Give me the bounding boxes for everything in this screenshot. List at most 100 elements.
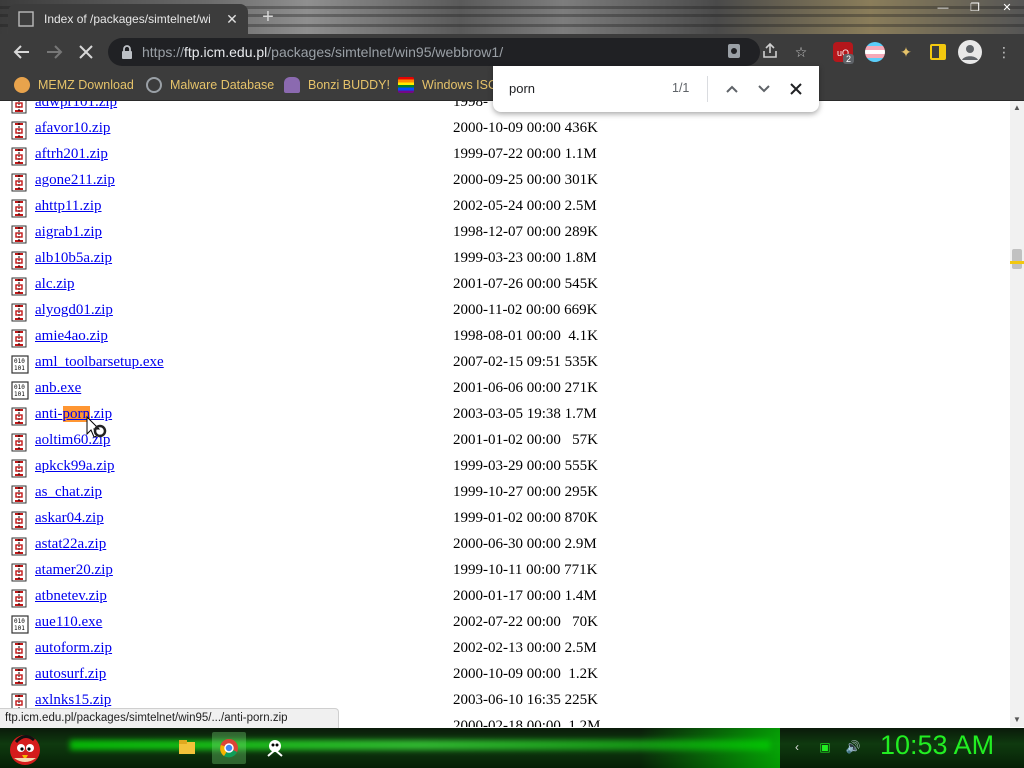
url-text[interactable]: https://ftp.icm.edu.pl/packages/simtelne… bbox=[142, 44, 503, 60]
extension-badge: 2 bbox=[843, 54, 855, 64]
file-link[interactable]: anb.exe bbox=[35, 380, 81, 397]
file-meta: 2003-03-05 19:38 1.7M bbox=[453, 406, 597, 422]
file-row: astat22a.zip 2000-06-30 00:00 2.9M bbox=[0, 533, 1010, 559]
bookmark-item[interactable]: Bonzi BUDDY! bbox=[284, 76, 390, 94]
side-panel-icon[interactable] bbox=[928, 42, 948, 62]
url-scheme: https:// bbox=[142, 44, 185, 60]
extensions-puzzle-icon[interactable]: ✦ bbox=[896, 42, 916, 62]
file-link[interactable]: astat22a.zip bbox=[35, 536, 106, 553]
bookmark-item[interactable]: Malware Database bbox=[146, 76, 274, 94]
file-link[interactable]: alb10b5a.zip bbox=[35, 250, 112, 267]
app-taskbar-icon[interactable] bbox=[258, 732, 292, 764]
file-meta: 2007-02-15 09:51 535K bbox=[453, 354, 598, 370]
pride-flag-extension-icon[interactable] bbox=[865, 42, 885, 62]
file-row: autoform.zip 2002-02-13 00:00 2.5M bbox=[0, 637, 1010, 663]
compressed-file-icon bbox=[10, 458, 30, 479]
vertical-scrollbar[interactable]: ▲ ▼ bbox=[1010, 101, 1024, 727]
svg-text:101: 101 bbox=[14, 391, 25, 398]
scrollbar-thumb[interactable] bbox=[1012, 249, 1022, 269]
minimize-icon[interactable]: — bbox=[930, 0, 956, 16]
file-link[interactable]: aml_toolbarsetup.exe bbox=[35, 354, 164, 371]
address-bar[interactable]: https://ftp.icm.edu.pl/packages/simtelne… bbox=[108, 38, 760, 66]
browser-tab[interactable]: Index of /packages/simtelnet/wi ✕ bbox=[8, 4, 248, 34]
bookmark-item[interactable]: Windows ISO bbox=[398, 76, 498, 94]
file-meta: 1999-07-22 00:00 1.1M bbox=[453, 146, 597, 162]
file-link[interactable]: atamer20.zip bbox=[35, 562, 113, 579]
file-link[interactable]: ahttp11.zip bbox=[35, 198, 102, 215]
bookmark-star-icon[interactable]: ☆ bbox=[791, 42, 811, 62]
compressed-file-icon bbox=[10, 328, 30, 349]
system-tray: ‹ ▣ 🔊 bbox=[788, 738, 862, 756]
file-meta: 2000-10-09 00:00 1.2K bbox=[453, 666, 598, 682]
find-input[interactable]: porn bbox=[509, 81, 535, 96]
file-row: atbnetev.zip 2000-01-17 00:00 1.4M bbox=[0, 585, 1010, 611]
file-meta: 1999-01-02 00:00 870K bbox=[453, 510, 598, 526]
menu-kebab-icon[interactable]: ⋮ bbox=[994, 42, 1014, 62]
file-link[interactable]: autosurf.zip bbox=[35, 666, 106, 683]
show-hidden-icons-icon[interactable]: ‹ bbox=[788, 738, 806, 756]
compressed-file-icon bbox=[10, 484, 30, 505]
chrome-taskbar-icon[interactable] bbox=[212, 732, 246, 764]
compressed-file-icon bbox=[10, 406, 30, 427]
share-icon[interactable] bbox=[760, 42, 780, 62]
back-arrow-icon[interactable] bbox=[10, 40, 34, 64]
file-link[interactable]: aftrh201.zip bbox=[35, 146, 108, 163]
find-next-icon[interactable] bbox=[753, 78, 775, 100]
file-row: 010 101 aue110.exe 2002-07-22 00:00 70K bbox=[0, 611, 1010, 637]
bookmark-label: MEMZ Download bbox=[38, 78, 134, 92]
window-controls: — ❐ ✕ bbox=[930, 0, 1020, 18]
find-previous-icon[interactable] bbox=[721, 78, 743, 100]
lock-icon[interactable] bbox=[120, 44, 134, 60]
battery-icon[interactable]: ▣ bbox=[816, 738, 834, 756]
file-row: afavor10.zip 2000-10-09 00:00 436K bbox=[0, 117, 1010, 143]
file-link[interactable]: autoform.zip bbox=[35, 640, 112, 657]
file-link[interactable]: apkck99a.zip bbox=[35, 458, 115, 475]
tab-close-icon[interactable]: ✕ bbox=[224, 11, 240, 27]
bonzi-icon bbox=[284, 77, 300, 93]
file-link[interactable]: afavor10.zip bbox=[35, 120, 110, 137]
file-link[interactable]: axlnks15.zip bbox=[35, 692, 111, 709]
bookmark-item[interactable]: MEMZ Download bbox=[14, 76, 134, 94]
file-link[interactable]: aigrab1.zip bbox=[35, 224, 102, 241]
taskbar: ‹ ▣ 🔊 10:53 AM bbox=[0, 728, 1024, 768]
scroll-down-icon[interactable]: ▼ bbox=[1010, 713, 1024, 727]
taskbar-glow bbox=[640, 728, 780, 768]
url-path: /packages/simtelnet/win95/webbrow1/ bbox=[267, 44, 504, 60]
file-link[interactable]: alc.zip bbox=[35, 276, 75, 293]
find-in-page-icon[interactable] bbox=[724, 42, 744, 62]
file-row: alyogd01.zip 2000-11-02 00:00 669K bbox=[0, 299, 1010, 325]
window-close-icon[interactable]: ✕ bbox=[994, 0, 1020, 16]
file-link[interactable]: atbnetev.zip bbox=[35, 588, 107, 605]
file-meta: 1999-03-29 00:00 555K bbox=[453, 458, 598, 474]
volume-icon[interactable]: 🔊 bbox=[844, 738, 862, 756]
compressed-file-icon bbox=[10, 101, 30, 115]
file-link[interactable]: adwpr101.zip bbox=[35, 101, 117, 111]
status-bubble: ftp.icm.edu.pl/packages/simtelnet/win95/… bbox=[0, 708, 339, 730]
file-meta: 2000-09-25 00:00 301K bbox=[453, 172, 598, 188]
file-meta: 1998-08-01 00:00 4.1K bbox=[453, 328, 598, 344]
file-link[interactable]: amie4ao.zip bbox=[35, 328, 108, 345]
file-link[interactable]: aue110.exe bbox=[35, 614, 102, 631]
compressed-file-icon bbox=[10, 562, 30, 583]
file-link[interactable]: agone211.zip bbox=[35, 172, 115, 189]
file-link[interactable]: as_chat.zip bbox=[35, 484, 102, 501]
taskbar-clock[interactable]: 10:53 AM bbox=[880, 730, 994, 761]
find-close-icon[interactable] bbox=[785, 78, 807, 100]
restore-icon[interactable]: ❐ bbox=[962, 0, 988, 16]
file-explorer-icon[interactable] bbox=[170, 732, 204, 764]
file-link[interactable]: askar04.zip bbox=[35, 510, 104, 527]
forward-arrow-icon[interactable] bbox=[42, 40, 66, 64]
svg-text:101: 101 bbox=[14, 365, 25, 372]
compressed-file-icon bbox=[10, 588, 30, 609]
stop-loading-icon[interactable] bbox=[74, 40, 98, 64]
new-tab-button[interactable]: + bbox=[256, 6, 280, 30]
angry-bird-start-icon[interactable] bbox=[4, 728, 46, 768]
file-meta: 2000-06-30 00:00 2.9M bbox=[453, 536, 597, 552]
tab-title: Index of /packages/simtelnet/wi bbox=[44, 12, 211, 26]
bookmark-label: Windows ISO bbox=[422, 78, 498, 92]
executable-file-icon: 010 101 bbox=[10, 614, 30, 635]
profile-avatar-icon[interactable] bbox=[958, 40, 982, 64]
file-link[interactable]: alyogd01.zip bbox=[35, 302, 113, 319]
scroll-up-icon[interactable]: ▲ bbox=[1010, 101, 1024, 115]
file-row: ahttp11.zip 2002-05-24 00:00 2.5M bbox=[0, 195, 1010, 221]
